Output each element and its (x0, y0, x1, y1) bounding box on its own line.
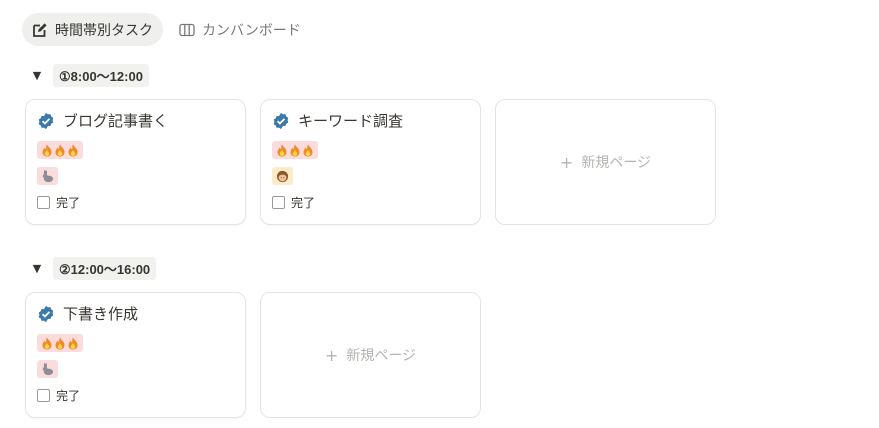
group-label: ②12:00〜16:00 (53, 256, 157, 280)
rabbit-icon (42, 169, 54, 182)
fire-icon (303, 144, 313, 156)
done-label: 完了 (291, 196, 316, 210)
done-label: 完了 (56, 196, 81, 210)
priority-tag: 🔥🔥🔥 (37, 334, 83, 352)
task-card[interactable]: ブログ記事書く 🔥🔥🔥 🐇 完了 (25, 99, 246, 225)
new-page-label: 新規ページ (346, 348, 417, 364)
card-title: 下書き作成 (63, 305, 139, 323)
fire-icon (55, 144, 65, 156)
caret-down-icon[interactable]: ▼ (31, 262, 43, 275)
plus-icon: + (324, 345, 339, 365)
priority-tag: 🔥🔥🔥 (37, 141, 83, 159)
priority-tag: 🔥🔥🔥 (272, 141, 318, 159)
done-label: 完了 (56, 389, 81, 403)
caret-down-icon[interactable]: ▼ (31, 69, 43, 82)
fire-icon (68, 144, 78, 156)
tab-kanban-board[interactable]: カンバンボード (169, 13, 311, 46)
done-checkbox-row[interactable]: 完了 (37, 194, 80, 211)
task-card[interactable]: キーワード調査 🔥🔥🔥 👧 完了 (260, 99, 481, 225)
new-page-button[interactable]: + 新規ページ (495, 99, 716, 225)
girl-face-icon (276, 170, 289, 182)
checkbox[interactable] (37, 389, 50, 402)
tab-label: カンバンボード (202, 22, 301, 39)
fire-icon (42, 144, 52, 156)
fire-icon (55, 337, 65, 349)
verified-check-icon (273, 112, 289, 129)
task-card[interactable]: 下書き作成 🔥🔥🔥 🐇 完了 (25, 292, 246, 418)
fire-icon (68, 337, 78, 349)
board-columns-icon (179, 23, 195, 36)
checkbox[interactable] (37, 196, 50, 209)
view-tabs: 時間帯別タスク カンバンボード (22, 13, 311, 46)
checkbox[interactable] (272, 196, 285, 209)
speed-tag: 👧 (272, 167, 293, 185)
new-page-label: 新規ページ (581, 155, 652, 171)
verified-check-icon (38, 305, 54, 322)
card-title-row: キーワード調査 (272, 110, 403, 131)
done-checkbox-row[interactable]: 完了 (37, 387, 80, 404)
plus-icon: + (559, 152, 574, 172)
done-checkbox-row[interactable]: 完了 (272, 194, 315, 211)
card-title-row: 下書き作成 (37, 303, 138, 324)
tab-time-slot-tasks[interactable]: 時間帯別タスク (22, 13, 163, 46)
card-title-row: ブログ記事書く (37, 110, 168, 131)
card-title: ブログ記事書く (63, 112, 169, 130)
tab-label: 時間帯別タスク (55, 22, 153, 39)
card-title: キーワード調査 (298, 112, 404, 130)
fire-icon (290, 144, 300, 156)
group-header[interactable]: ▼ ②12:00〜16:00 (31, 256, 157, 280)
group-label: ①8:00〜12:00 (53, 63, 149, 87)
speed-tag: 🐇 (37, 167, 58, 185)
group-header[interactable]: ▼ ①8:00〜12:00 (31, 63, 149, 87)
new-page-button[interactable]: + 新規ページ (260, 292, 481, 418)
edit-icon (33, 22, 47, 37)
fire-icon (42, 337, 52, 349)
rabbit-icon (42, 362, 54, 375)
verified-check-icon (38, 112, 54, 129)
speed-tag: 🐇 (37, 360, 58, 378)
fire-icon (277, 144, 287, 156)
